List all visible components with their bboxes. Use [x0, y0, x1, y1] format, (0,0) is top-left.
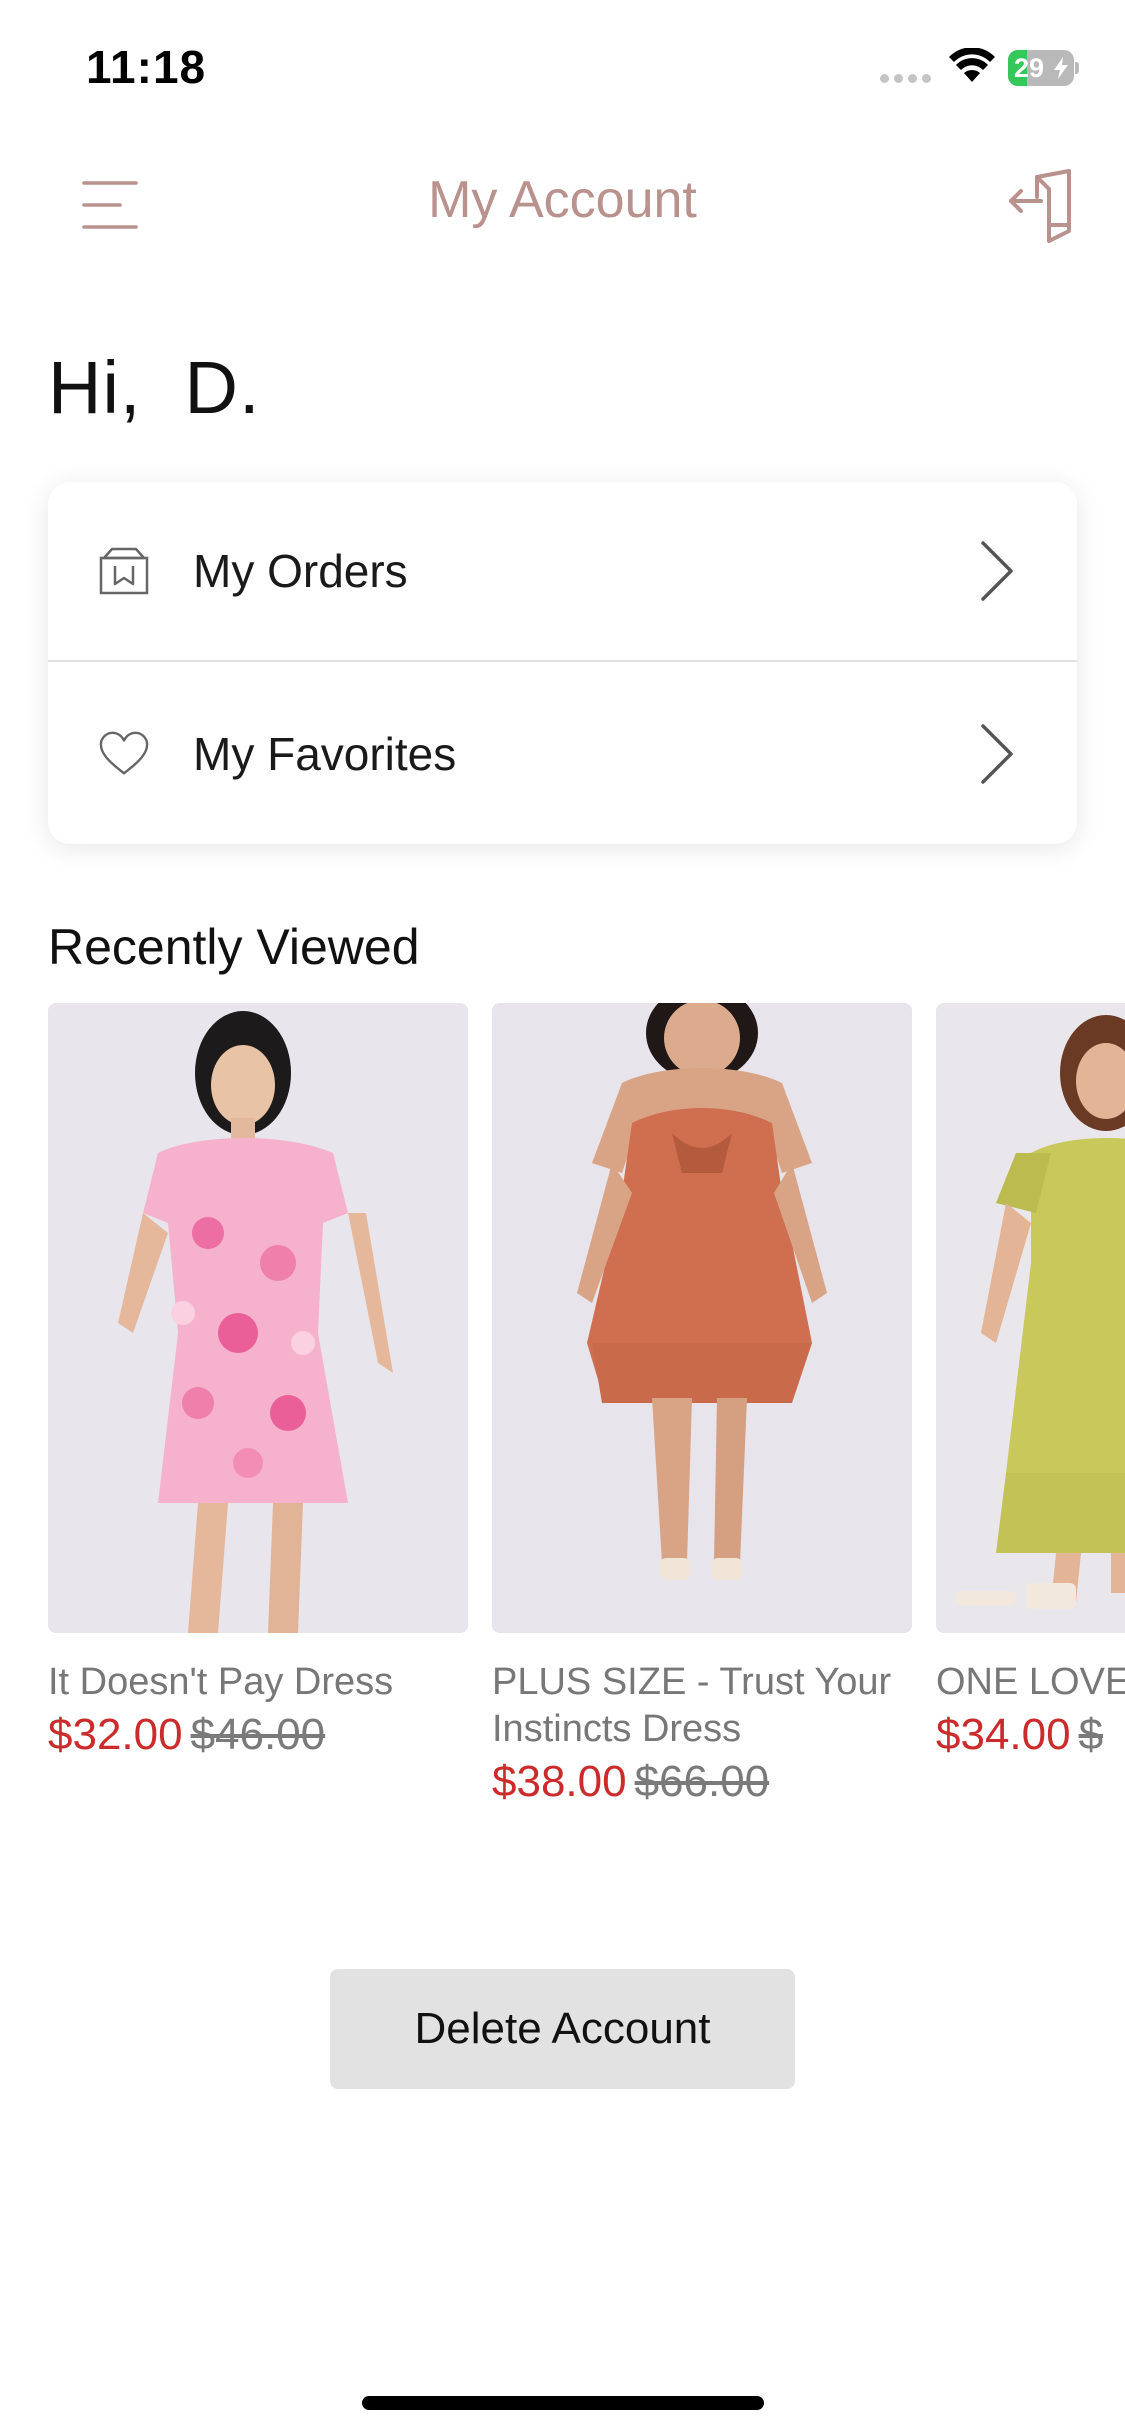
account-menu-card: My Orders My Favorites	[48, 482, 1077, 844]
product-image[interactable]	[936, 1003, 1125, 1633]
product-price: $34.00 $	[936, 1708, 1125, 1762]
home-indicator[interactable]	[362, 2396, 764, 2410]
product-price: $32.00 $46.00	[48, 1708, 468, 1762]
original-price: $66.00	[634, 1757, 770, 1806]
product-image[interactable]	[48, 1003, 468, 1633]
sale-price: $32.00	[48, 1710, 183, 1759]
chevron-right-icon	[973, 722, 1021, 786]
signal-dots-icon	[880, 74, 931, 83]
status-time: 11:18	[86, 41, 207, 93]
my-favorites-label: My Favorites	[193, 728, 457, 780]
sale-price: $34.00	[936, 1710, 1071, 1759]
product-card[interactable]: PLUS SIZE - Trust Your Instincts Dress $…	[492, 1003, 912, 1809]
wifi-icon	[949, 48, 995, 82]
hamburger-menu-icon	[82, 181, 138, 229]
delete-account-button[interactable]: Delete Account	[330, 1969, 795, 2089]
page-title: My Account	[428, 171, 697, 229]
original-price: $46.00	[190, 1710, 326, 1759]
original-price: $	[1078, 1710, 1104, 1759]
battery-charging-icon: 29	[1008, 50, 1079, 86]
recently-viewed-carousel[interactable]: It Doesn't Pay Dress $32.00 $46.00 PLUS …	[48, 1003, 1125, 1843]
product-name: PLUS SIZE - Trust Your Instincts Dress	[492, 1661, 892, 1750]
product-name: It Doesn't Pay Dress	[48, 1661, 394, 1703]
logout-door-icon	[1009, 169, 1071, 243]
sale-price: $38.00	[492, 1757, 627, 1806]
product-card[interactable]: It Doesn't Pay Dress $32.00 $46.00	[48, 1003, 468, 1762]
menu-button[interactable]	[70, 165, 150, 245]
greeting: Hi, D.	[48, 346, 261, 429]
my-orders-label: My Orders	[193, 545, 408, 597]
product-image[interactable]	[492, 1003, 912, 1633]
status-bar: 11:18 29	[0, 0, 1125, 135]
heart-icon	[98, 728, 150, 780]
nav-bar: My Account	[0, 135, 1125, 265]
chevron-right-icon	[973, 539, 1021, 603]
my-orders-row[interactable]: My Orders	[48, 482, 1077, 662]
product-card[interactable]: ONE LOVE June Dress $34.00$	[936, 1003, 1125, 1762]
recently-viewed-title: Recently Viewed	[48, 919, 420, 975]
product-price: $38.00 $66.00	[492, 1755, 912, 1809]
logout-button[interactable]	[998, 161, 1088, 251]
product-name: ONE LOVE June Dress	[936, 1661, 1125, 1703]
my-favorites-row[interactable]: My Favorites	[48, 664, 1077, 844]
orders-box-icon	[98, 545, 150, 597]
